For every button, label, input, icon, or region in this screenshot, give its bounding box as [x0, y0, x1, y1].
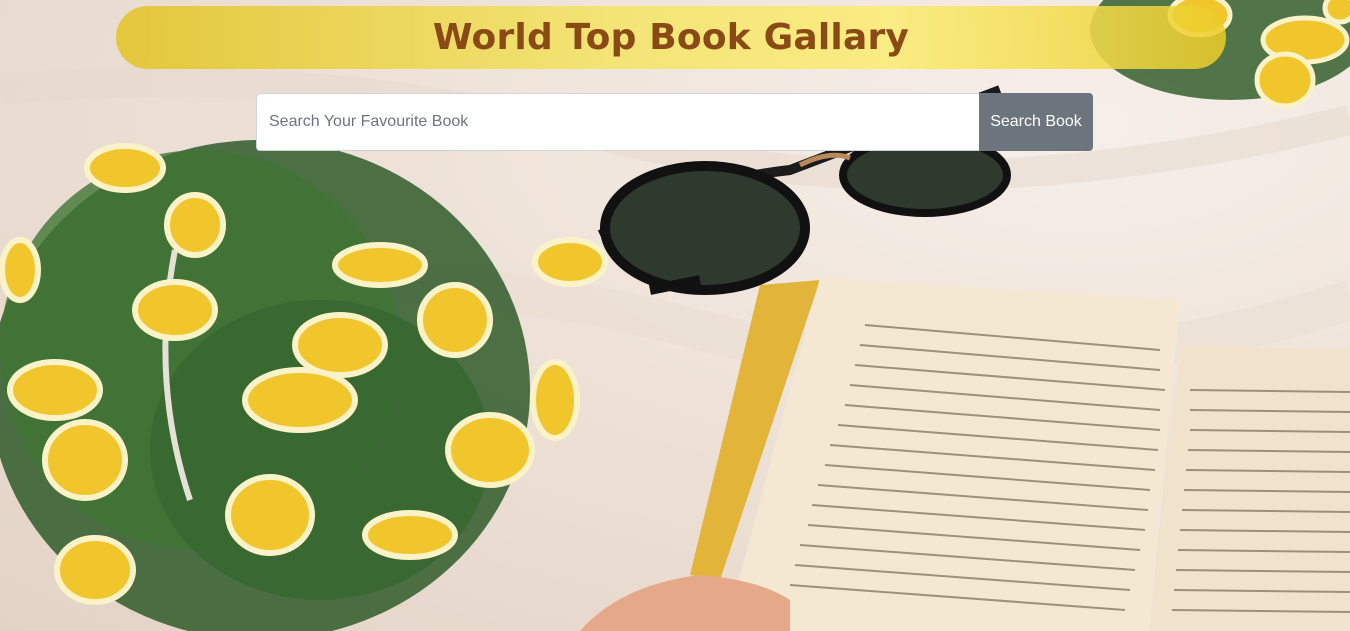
flower-bouquet-image — [0, 140, 608, 631]
search-book-button[interactable]: Search Book — [979, 93, 1093, 151]
search-input[interactable] — [256, 93, 979, 151]
search-form: Search Book — [256, 93, 1093, 151]
title-banner: World Top Book Gallary — [116, 6, 1226, 69]
page-title: World Top Book Gallary — [432, 17, 910, 58]
